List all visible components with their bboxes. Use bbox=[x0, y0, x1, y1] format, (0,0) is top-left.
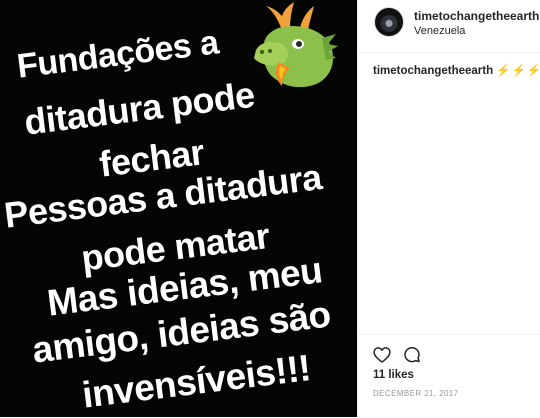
likes-count[interactable]: 11 likes bbox=[373, 369, 414, 381]
header-username-link[interactable]: timetochangetheearth bbox=[414, 9, 539, 23]
post-date[interactable]: DECEMBER 21, 2017 bbox=[373, 389, 459, 398]
caption: timetochangetheearth ⚡⚡⚡ bbox=[373, 63, 540, 77]
comment-icon[interactable] bbox=[402, 345, 422, 365]
image-text-line: ditadura pode bbox=[22, 73, 257, 143]
location-link[interactable]: Venezuela bbox=[414, 25, 465, 37]
dragon-face-icon bbox=[254, 2, 338, 88]
caption-username-link[interactable]: timetochangetheearth bbox=[373, 65, 493, 77]
instagram-post: Fundações a ditadura pode fechar Pessoas… bbox=[0, 0, 540, 417]
heart-icon[interactable] bbox=[372, 345, 392, 365]
post-header: timetochangetheearth Venezuela bbox=[358, 0, 540, 53]
caption-text: ⚡⚡⚡ bbox=[496, 65, 540, 77]
image-text-line: Fundações a bbox=[15, 23, 221, 86]
post-actions: 11 likes DECEMBER 21, 2017 bbox=[358, 334, 540, 418]
post-sidebar: timetochangetheearth Venezuela timetocha… bbox=[357, 0, 540, 417]
avatar[interactable] bbox=[374, 7, 404, 37]
post-image[interactable]: Fundações a ditadura pode fechar Pessoas… bbox=[0, 0, 357, 417]
